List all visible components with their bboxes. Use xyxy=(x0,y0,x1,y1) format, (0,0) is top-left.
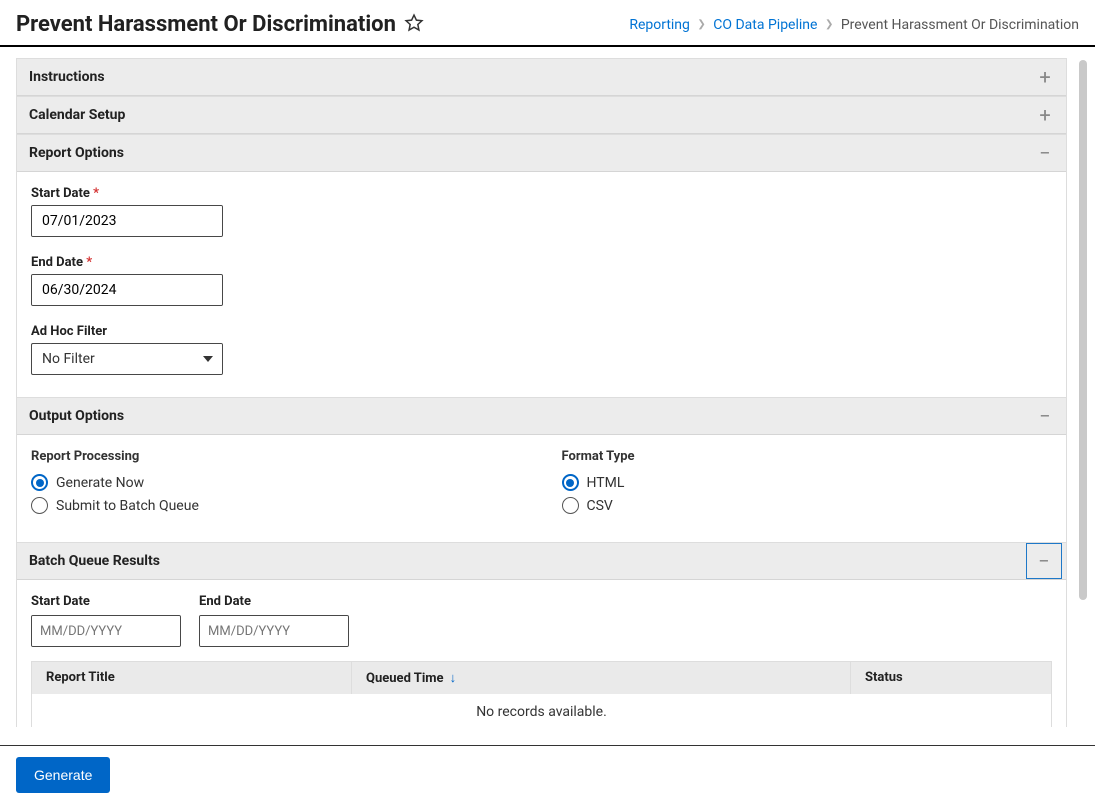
breadcrumb-current: Prevent Harassment Or Discrimination xyxy=(841,17,1079,33)
minus-icon: − xyxy=(1026,543,1062,579)
page-title: Prevent Harassment Or Discrimination xyxy=(16,12,396,37)
section-header-output-options[interactable]: Output Options − xyxy=(17,398,1066,435)
adhoc-filter-select[interactable]: No Filter xyxy=(31,343,223,375)
report-processing-label: Report Processing xyxy=(31,449,522,464)
radio-label: Submit to Batch Queue xyxy=(56,498,199,514)
minus-icon: − xyxy=(1036,144,1054,162)
favorite-star-icon[interactable] xyxy=(404,13,424,37)
column-report-title[interactable]: Report Title xyxy=(32,662,352,694)
end-date-label: End Date * xyxy=(31,255,1052,270)
section-title: Instructions xyxy=(29,69,105,85)
section-title: Output Options xyxy=(29,408,124,424)
plus-icon: + xyxy=(1036,106,1054,124)
radio-icon xyxy=(562,474,579,491)
section-title: Report Options xyxy=(29,145,124,161)
no-records-message: No records available. xyxy=(32,694,1051,727)
radio-submit-batch[interactable]: Submit to Batch Queue xyxy=(31,497,522,514)
arrow-down-icon: ↓ xyxy=(450,670,457,686)
adhoc-filter-label: Ad Hoc Filter xyxy=(31,324,1052,339)
radio-format-html[interactable]: HTML xyxy=(562,474,1053,491)
format-type-label: Format Type xyxy=(562,449,1053,464)
radio-icon xyxy=(31,474,48,491)
start-date-label: Start Date * xyxy=(31,186,1052,201)
chevron-right-icon: ❯ xyxy=(697,19,705,30)
minus-icon: − xyxy=(1036,407,1054,425)
section-title: Batch Queue Results xyxy=(29,553,160,569)
radio-generate-now[interactable]: Generate Now xyxy=(31,474,522,491)
radio-icon xyxy=(562,497,579,514)
column-status[interactable]: Status xyxy=(851,662,1051,694)
section-header-calendar-setup[interactable]: Calendar Setup + xyxy=(17,97,1066,134)
section-header-instructions[interactable]: Instructions + xyxy=(17,59,1066,96)
section-title: Calendar Setup xyxy=(29,107,125,123)
radio-label: CSV xyxy=(587,498,613,514)
adhoc-filter-value: No Filter xyxy=(32,344,194,374)
column-queued-time[interactable]: Queued Time ↓ xyxy=(352,662,851,694)
chevron-right-icon: ❯ xyxy=(825,19,833,30)
radio-format-csv[interactable]: CSV xyxy=(562,497,1053,514)
section-header-report-options[interactable]: Report Options − xyxy=(17,135,1066,172)
generate-button[interactable]: Generate xyxy=(16,757,110,793)
bq-end-date-input[interactable] xyxy=(200,616,349,646)
radio-label: HTML xyxy=(587,475,625,491)
breadcrumb-link-reporting[interactable]: Reporting xyxy=(629,17,690,33)
results-table: Report Title Queued Time ↓ Status No rec… xyxy=(31,661,1052,727)
breadcrumb: Reporting ❯ CO Data Pipeline ❯ Prevent H… xyxy=(629,17,1079,33)
plus-icon: + xyxy=(1036,68,1054,86)
chevron-down-icon xyxy=(194,344,222,374)
bq-end-date-label: End Date xyxy=(199,594,349,609)
breadcrumb-link-co-data-pipeline[interactable]: CO Data Pipeline xyxy=(713,17,817,33)
section-header-batch-queue[interactable]: Batch Queue Results − xyxy=(17,543,1066,580)
bq-start-date-input[interactable] xyxy=(32,616,181,646)
radio-icon xyxy=(31,497,48,514)
end-date-input[interactable] xyxy=(32,275,223,305)
radio-label: Generate Now xyxy=(56,475,144,491)
start-date-input[interactable] xyxy=(32,206,223,236)
bq-start-date-label: Start Date xyxy=(31,594,181,609)
